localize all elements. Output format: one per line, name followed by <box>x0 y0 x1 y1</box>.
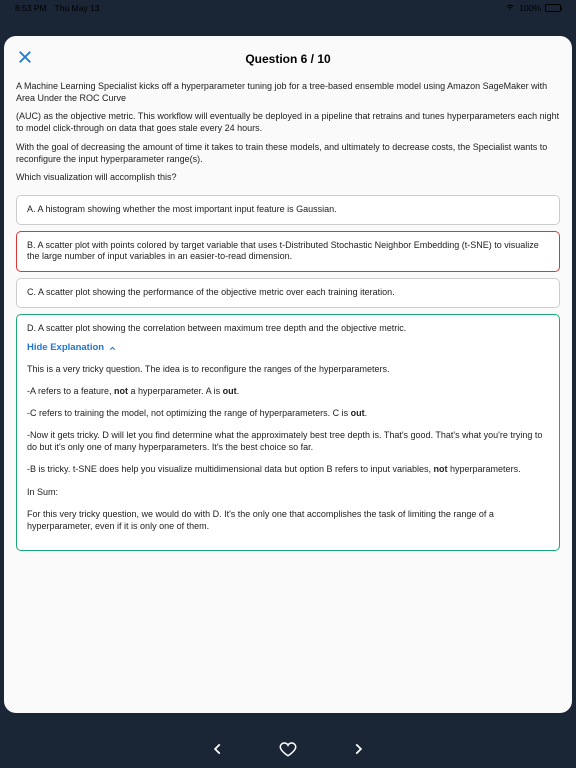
favorite-button[interactable] <box>277 738 299 760</box>
option-d[interactable]: D. A scatter plot showing the correlatio… <box>16 314 560 551</box>
wifi-icon <box>505 3 515 13</box>
close-button[interactable] <box>16 48 34 70</box>
hide-explanation-toggle[interactable]: Hide Explanation <box>27 342 549 354</box>
bottom-nav <box>0 738 576 760</box>
next-button[interactable] <box>347 738 369 760</box>
status-time: 8:53 PM <box>15 3 47 13</box>
explanation-body: This is a very tricky question. The idea… <box>27 363 549 532</box>
battery-icon <box>545 4 561 12</box>
option-a[interactable]: A. A histogram showing whether the most … <box>16 195 560 225</box>
battery-percent: 100% <box>519 3 541 13</box>
option-b[interactable]: B. A scatter plot with points colored by… <box>16 231 560 272</box>
option-c[interactable]: C. A scatter plot showing the performanc… <box>16 278 560 308</box>
status-date: Thu May 13 <box>55 3 100 13</box>
question-card: Question 6 / 10 A Machine Learning Speci… <box>4 36 572 713</box>
chevron-up-icon <box>108 344 117 353</box>
prev-button[interactable] <box>207 738 229 760</box>
status-bar: 8:53 PM Thu May 13 100% <box>0 0 576 16</box>
question-text: A Machine Learning Specialist kicks off … <box>16 80 560 183</box>
question-counter: Question 6 / 10 <box>245 52 330 66</box>
option-d-text: D. A scatter plot showing the correlatio… <box>27 323 549 335</box>
